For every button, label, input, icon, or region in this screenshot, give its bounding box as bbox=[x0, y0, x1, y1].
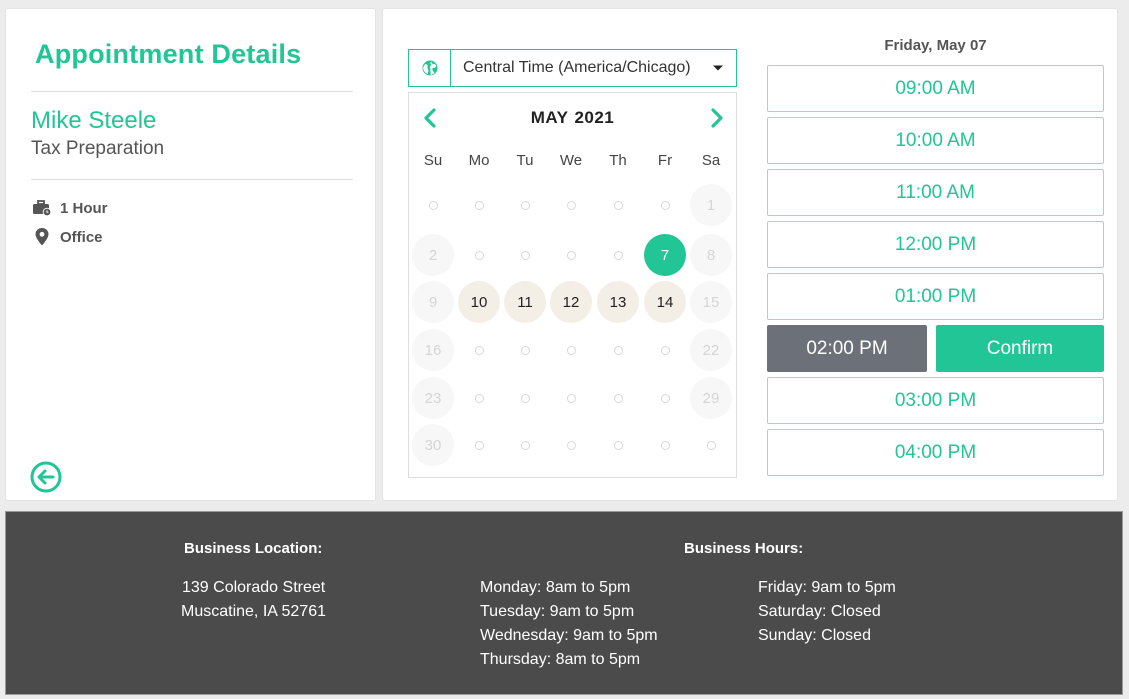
address-line-1: 139 Colorado Street bbox=[182, 579, 326, 596]
calendar-day-empty bbox=[504, 184, 546, 226]
weekday-header: Su Mo Tu We Th Fr Sa bbox=[409, 152, 736, 172]
divider bbox=[31, 91, 353, 92]
divider bbox=[31, 179, 353, 180]
confirm-button[interactable]: Confirm bbox=[936, 325, 1104, 372]
calendar-day-selected[interactable]: 7 bbox=[644, 234, 686, 276]
appointment-details-panel: Appointment Details Mike Steele Tax Prep… bbox=[5, 8, 376, 501]
time-slot-button[interactable]: 03:00 PM bbox=[767, 377, 1104, 424]
business-hours-line: Monday: 8am to 5pm bbox=[480, 579, 631, 596]
globe-icon bbox=[409, 50, 451, 86]
calendar-day-empty bbox=[597, 234, 639, 276]
address-line-2: Muscatine, IA 52761 bbox=[181, 603, 326, 620]
calendar-day-empty bbox=[597, 184, 639, 226]
calendar-day-empty bbox=[504, 234, 546, 276]
location-row: Office bbox=[32, 228, 103, 246]
weekday-label: Su bbox=[423, 152, 443, 169]
booking-panel: Central Time (America/Chicago) MAY 2021 S… bbox=[382, 8, 1118, 501]
business-hours-heading: Business Hours: bbox=[684, 540, 804, 557]
weekday-label: Mo bbox=[468, 152, 490, 169]
calendar: MAY 2021 Su Mo Tu We Th Fr Sa 1 2 7 8 9 10 11 12 13 14 15… bbox=[408, 92, 737, 478]
time-slot-button[interactable]: 04:00 PM bbox=[767, 429, 1104, 476]
calendar-day-unavailable: 15 bbox=[690, 281, 732, 323]
calendar-day-available[interactable]: 14 bbox=[644, 281, 686, 323]
calendar-day-available[interactable]: 12 bbox=[550, 281, 592, 323]
provider-name: Mike Steele bbox=[31, 107, 157, 134]
timezone-value: Central Time (America/Chicago) bbox=[463, 59, 691, 76]
calendar-day-empty bbox=[597, 329, 639, 371]
selected-date-heading: Friday, May 07 bbox=[884, 37, 987, 54]
calendar-day-empty bbox=[644, 424, 686, 466]
calendar-day-unavailable: 16 bbox=[412, 329, 454, 371]
page-title: Appointment Details bbox=[35, 39, 302, 69]
timezone-select[interactable]: Central Time (America/Chicago) bbox=[408, 49, 737, 87]
calendar-day-unavailable: 22 bbox=[690, 329, 732, 371]
time-slot-selected[interactable]: 02:00 PM bbox=[767, 325, 927, 372]
calendar-day-empty bbox=[458, 377, 500, 419]
calendar-day-empty bbox=[644, 377, 686, 419]
weekday-label: Sa bbox=[701, 152, 721, 169]
business-hours-line: Saturday: Closed bbox=[758, 603, 881, 620]
calendar-day-empty bbox=[504, 424, 546, 466]
calendar-day-unavailable: 8 bbox=[690, 234, 732, 276]
business-hours-line: Thursday: 8am to 5pm bbox=[480, 651, 641, 668]
calendar-day-empty bbox=[690, 424, 732, 466]
calendar-day-empty bbox=[458, 329, 500, 371]
calendar-day-empty bbox=[550, 377, 592, 419]
calendar-day-available[interactable]: 11 bbox=[504, 281, 546, 323]
business-hours-line: Tuesday: 9am to 5pm bbox=[480, 603, 635, 620]
time-slot-button[interactable]: 01:00 PM bbox=[767, 273, 1104, 320]
weekday-label: Fr bbox=[657, 152, 673, 169]
calendar-day-empty bbox=[597, 377, 639, 419]
weekday-label: Tu bbox=[516, 152, 534, 169]
calendar-day-empty bbox=[644, 184, 686, 226]
calendar-day-unavailable: 30 bbox=[412, 424, 454, 466]
calendar-day-empty bbox=[458, 184, 500, 226]
calendar-day-available[interactable]: 10 bbox=[458, 281, 500, 323]
calendar-day-empty bbox=[597, 424, 639, 466]
calendar-day-unavailable: 23 bbox=[412, 377, 454, 419]
business-location-heading: Business Location: bbox=[184, 540, 323, 557]
calendar-day-empty bbox=[504, 377, 546, 419]
time-slot-button[interactable]: 12:00 PM bbox=[767, 221, 1104, 268]
duration-row: 1 Hour bbox=[32, 199, 108, 217]
calendar-day-empty bbox=[550, 329, 592, 371]
calendar-day-unavailable: 2 bbox=[412, 234, 454, 276]
calendar-month-label: MAY 2021 bbox=[409, 105, 736, 131]
calendar-day-unavailable: 29 bbox=[690, 377, 732, 419]
hours-column-1: Monday: 8am to 5pm Tuesday: 9am to 5pm Wed… bbox=[480, 576, 658, 672]
calendar-day-empty bbox=[458, 424, 500, 466]
briefcase-clock-icon bbox=[32, 199, 52, 217]
duration-label: 1 Hour bbox=[60, 199, 108, 217]
service-name: Tax Preparation bbox=[31, 138, 165, 159]
hours-column-2: Friday: 9am to 5pm Saturday: Closed Sunday… bbox=[758, 576, 896, 648]
calendar-day-available[interactable]: 13 bbox=[597, 281, 639, 323]
chevron-right-icon[interactable] bbox=[706, 107, 728, 129]
time-slot-button[interactable]: 11:00 AM bbox=[767, 169, 1104, 216]
business-hours-line: Friday: 9am to 5pm bbox=[758, 579, 896, 596]
business-hours-line: Sunday: Closed bbox=[758, 627, 871, 644]
calendar-day-empty bbox=[504, 329, 546, 371]
business-info-footer: Business Location: 139 Colorado Street M… bbox=[5, 511, 1123, 695]
map-pin-icon bbox=[32, 228, 52, 246]
calendar-year: 2021 bbox=[574, 108, 615, 127]
back-arrow-circle-icon[interactable] bbox=[30, 461, 62, 493]
weekday-label: We bbox=[559, 152, 583, 169]
time-slot-button[interactable]: 10:00 AM bbox=[767, 117, 1104, 164]
weekday-label: Th bbox=[609, 152, 627, 169]
calendar-day-empty bbox=[412, 184, 454, 226]
calendar-day-unavailable: 1 bbox=[690, 184, 732, 226]
caret-down-icon bbox=[700, 50, 736, 86]
calendar-day-empty bbox=[644, 329, 686, 371]
calendar-month: MAY bbox=[530, 108, 569, 127]
time-slot-button[interactable]: 09:00 AM bbox=[767, 65, 1104, 112]
business-hours-line: Wednesday: 9am to 5pm bbox=[480, 627, 658, 644]
calendar-day-empty bbox=[550, 234, 592, 276]
calendar-day-empty bbox=[458, 234, 500, 276]
calendar-day-empty bbox=[550, 184, 592, 226]
location-label: Office bbox=[60, 228, 103, 246]
calendar-day-empty bbox=[550, 424, 592, 466]
calendar-day-unavailable: 9 bbox=[412, 281, 454, 323]
calendar-header: MAY 2021 bbox=[409, 105, 736, 131]
